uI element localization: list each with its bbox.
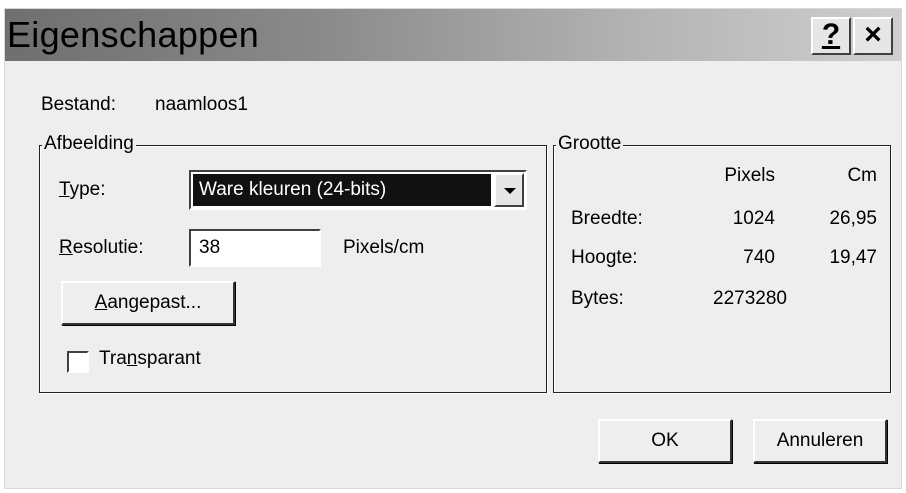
bytes-value: 2273280 (713, 288, 787, 309)
custom-button[interactable]: Aangepast... (61, 281, 235, 325)
height-label: Hoogte: (571, 247, 638, 268)
height-pixels: 740 (743, 247, 775, 268)
title-bar[interactable]: Eigenschappen ? × (5, 9, 901, 61)
width-pixels: 1024 (732, 208, 775, 229)
bytes-label: Bytes: (571, 288, 624, 309)
type-dropdown[interactable]: Ware kleuren (24-bits) (189, 170, 527, 210)
cancel-button[interactable]: Annuleren (753, 419, 887, 463)
type-label: Type: (59, 179, 106, 200)
width-label: Breedte: (571, 208, 643, 229)
dialog-title: Eigenschappen (7, 14, 260, 55)
height-cm: 19,47 (829, 247, 877, 268)
cm-column-header: Cm (847, 165, 877, 186)
ok-button[interactable]: OK (598, 419, 732, 463)
file-name: naamloos1 (155, 94, 248, 115)
chevron-down-icon[interactable] (494, 173, 524, 207)
width-cm: 26,95 (829, 208, 877, 229)
properties-dialog: Eigenschappen ? × Bestand: naamloos1 Afb… (4, 8, 902, 489)
transparent-checkbox[interactable] (67, 351, 89, 373)
transparent-label: Transparant (99, 348, 201, 369)
file-label: Bestand: (41, 94, 116, 115)
type-selected-value: Ware kleuren (24-bits) (193, 174, 491, 206)
size-group-title: Grootte (556, 133, 624, 155)
resolution-unit: Pixels/cm (343, 237, 425, 258)
resolution-label: Resolutie: (59, 237, 144, 258)
pixels-column-header: Pixels (724, 165, 775, 186)
image-group-title: Afbeelding (42, 133, 136, 155)
help-button[interactable]: ? (811, 17, 851, 55)
resolution-input[interactable]: 38 (189, 229, 321, 267)
close-button[interactable]: × (853, 17, 893, 55)
